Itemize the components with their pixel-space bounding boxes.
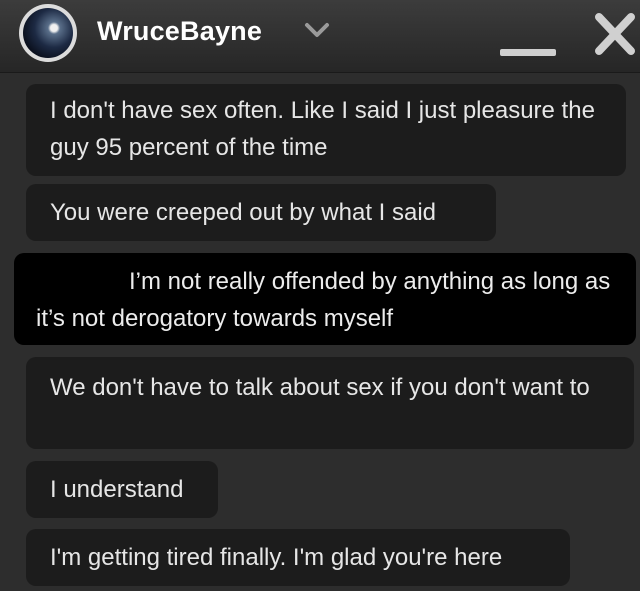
- minimize-bar: [500, 49, 556, 56]
- message-bubble: I understand: [26, 461, 218, 518]
- contact-name[interactable]: WruceBayne: [97, 14, 262, 48]
- avatar-image: [23, 8, 73, 58]
- message-bubble: I’m not really offended by anything as l…: [14, 253, 636, 345]
- message-list[interactable]: I don't have sex often. Like I said I ju…: [0, 73, 640, 591]
- message-bubble: You were creeped out by what I said: [26, 184, 496, 241]
- chevron-down-icon[interactable]: [303, 20, 331, 40]
- message-bubble: We don't have to talk about sex if you d…: [26, 357, 634, 449]
- minimize-icon[interactable]: [500, 30, 556, 56]
- close-icon[interactable]: [594, 12, 636, 56]
- avatar[interactable]: [19, 4, 77, 62]
- message-bubble: I don't have sex often. Like I said I ju…: [26, 84, 626, 176]
- chat-window: WruceBayne I don't have sex often. Like …: [0, 0, 640, 591]
- chat-header: WruceBayne: [0, 0, 640, 73]
- message-bubble: I'm getting tired finally. I'm glad you'…: [26, 529, 570, 586]
